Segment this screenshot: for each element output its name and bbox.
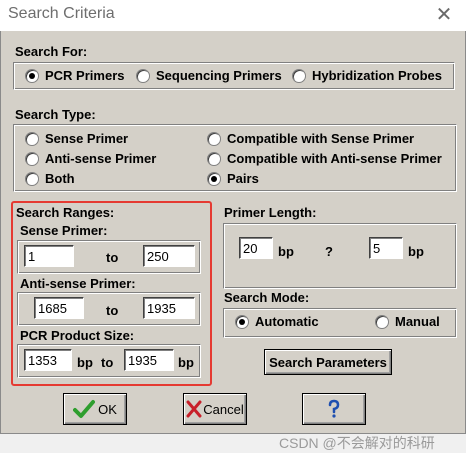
radio-compatible-antisense[interactable]: Compatible with Anti-sense Primer	[207, 151, 442, 166]
radio-manual[interactable]: Manual	[375, 314, 440, 329]
radio-indicator	[375, 314, 389, 329]
radio-label: Sequencing Primers	[156, 68, 282, 83]
title-bar: Search Criteria ✕	[0, 0, 466, 32]
primer-length-bp-label-2: bp	[408, 244, 424, 259]
radio-label: Anti-sense Primer	[45, 151, 157, 166]
radio-label: Sense Primer	[45, 131, 129, 146]
radio-indicator	[25, 151, 39, 166]
radio-indicator	[207, 171, 221, 186]
primer-length-bp-label: bp	[278, 244, 294, 259]
radio-label: Pairs	[227, 171, 259, 186]
radio-both[interactable]: Both	[25, 171, 75, 186]
radio-indicator	[136, 68, 150, 83]
radio-label: PCR Primers	[45, 68, 125, 83]
product-bp-label-2: bp	[178, 355, 194, 370]
radio-label: Both	[45, 171, 75, 186]
ok-button[interactable]: OK	[63, 393, 127, 425]
antisense-primer-label: Anti-sense Primer:	[20, 276, 136, 291]
product-from-field[interactable]: 1353	[24, 349, 72, 371]
radio-indicator	[235, 314, 249, 329]
radio-hybridization-probes[interactable]: Hybridization Probes	[292, 68, 442, 83]
sense-from-field[interactable]: 1	[24, 245, 74, 267]
sense-primer-label: Sense Primer:	[20, 223, 108, 238]
watermark: CSDN @不会解对的科研	[279, 435, 435, 451]
product-bp-label: bp	[77, 355, 93, 370]
radio-antisense-primer[interactable]: Anti-sense Primer	[25, 151, 156, 166]
search-for-label: Search For:	[15, 44, 88, 59]
radio-sense-primer[interactable]: Sense Primer	[25, 131, 128, 146]
ok-label: OK	[98, 401, 117, 417]
search-type-label: Search Type:	[15, 107, 96, 122]
radio-pairs[interactable]: Pairs	[207, 171, 259, 186]
check-icon	[73, 400, 96, 418]
antisense-to-field[interactable]: 1935	[143, 297, 195, 319]
search-parameters-label: Search Parameters	[269, 354, 387, 370]
radio-pcr-primers[interactable]: PCR Primers	[25, 68, 124, 83]
help-button[interactable]	[302, 393, 366, 425]
cancel-button[interactable]: Cancel	[183, 393, 247, 425]
radio-indicator	[292, 68, 306, 83]
antisense-to-label: to	[106, 303, 119, 318]
radio-indicator	[207, 131, 221, 146]
primer-length-label: Primer Length:	[224, 205, 317, 220]
radio-automatic[interactable]: Automatic	[235, 314, 319, 329]
help-icon	[328, 399, 340, 418]
sense-to-label: to	[106, 250, 119, 265]
product-to-field[interactable]: 1935	[124, 349, 174, 371]
radio-compatible-sense[interactable]: Compatible with Sense Primer	[207, 131, 414, 146]
radio-indicator	[25, 131, 39, 146]
search-mode-label: Search Mode:	[224, 290, 310, 305]
radio-label: Hybridization Probes	[312, 68, 443, 83]
radio-sequencing-primers[interactable]: Sequencing Primers	[136, 68, 282, 83]
pcr-product-size-label: PCR Product Size:	[20, 328, 135, 343]
radio-label: Compatible with Anti-sense Primer	[227, 151, 442, 166]
search-parameters-button[interactable]: Search Parameters	[264, 349, 392, 375]
search-criteria-dialog: Search For: PCR Primers Sequencing Prime…	[0, 31, 466, 451]
radio-label: Compatible with Sense Primer	[227, 131, 415, 146]
antisense-from-field[interactable]: 1685	[34, 297, 84, 319]
radio-label: Automatic	[255, 314, 319, 329]
x-icon	[186, 400, 202, 418]
product-to-label: to	[101, 355, 114, 370]
primer-length-min-field[interactable]: 20	[239, 237, 273, 259]
window-title: Search Criteria	[8, 5, 115, 22]
primer-length-max-field[interactable]: 5	[369, 237, 403, 259]
radio-indicator	[25, 68, 39, 83]
cancel-label: Cancel	[203, 401, 244, 417]
search-ranges-label: Search Ranges:	[16, 205, 115, 220]
sense-to-field[interactable]: 250	[143, 245, 195, 267]
radio-indicator	[25, 171, 39, 186]
primer-length-separator: ?	[325, 244, 333, 259]
radio-indicator	[207, 151, 221, 166]
close-icon[interactable]: ✕	[432, 3, 456, 27]
radio-label: Manual	[395, 314, 440, 329]
